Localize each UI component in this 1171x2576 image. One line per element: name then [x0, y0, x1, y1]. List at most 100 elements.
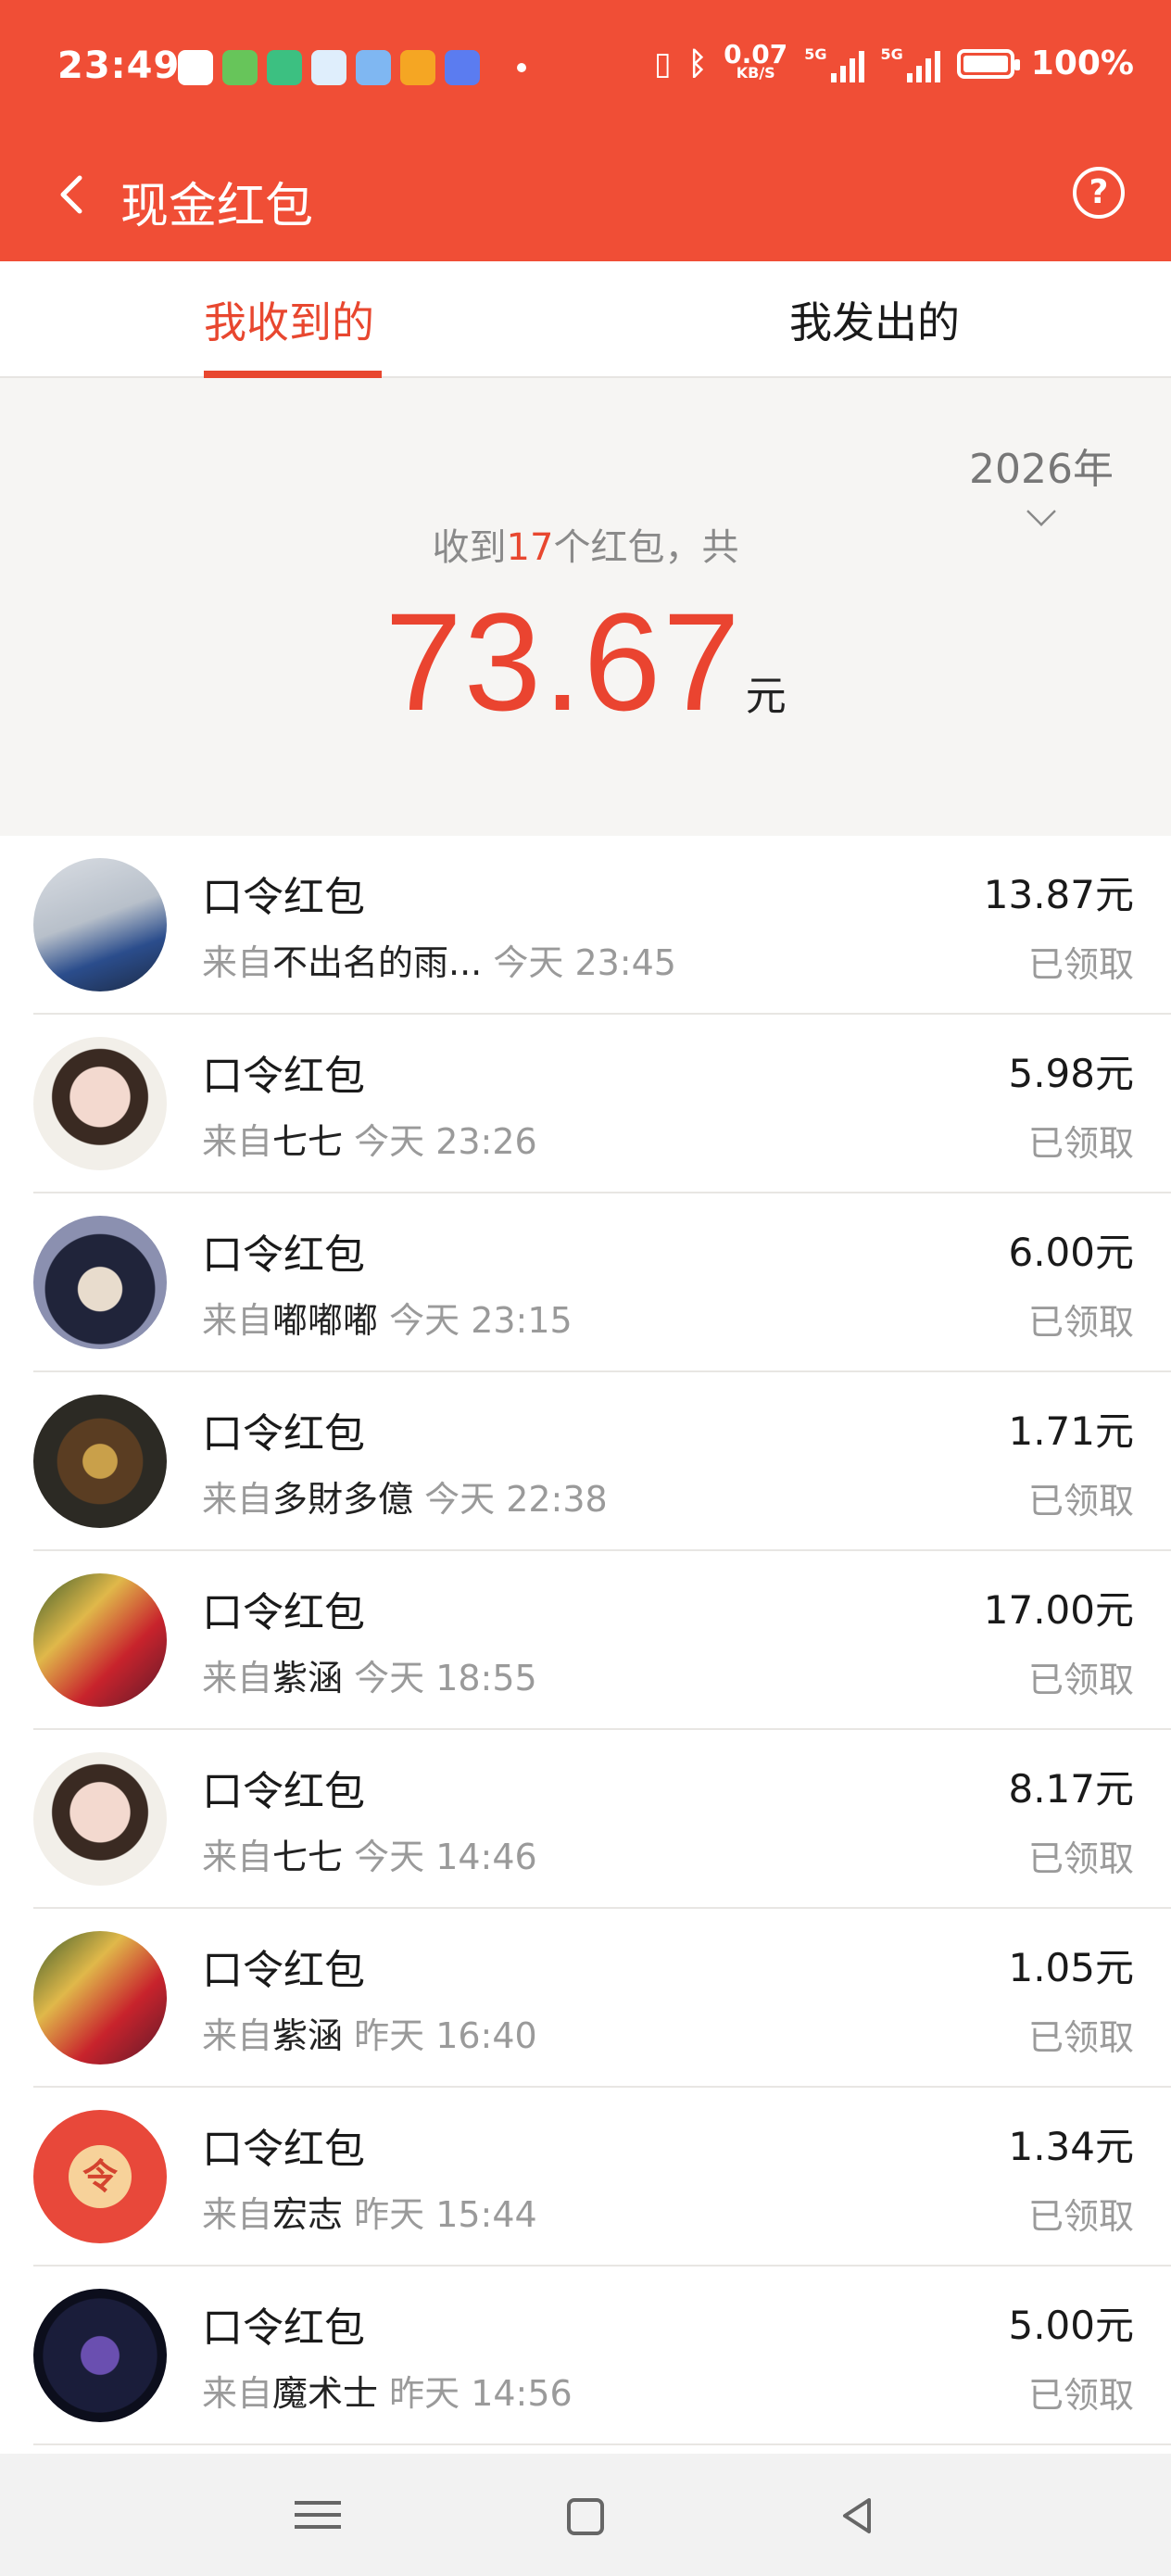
- avatar: [33, 1395, 167, 1528]
- from-prefix: 来自: [202, 942, 273, 983]
- count-line: 收到17个红包，共: [0, 517, 1171, 571]
- red-packet-list: 口令红包 来自不出名的雨... 今天 23:45 13.87元 已领取 口令红包…: [0, 836, 1171, 2454]
- item-amount: 5.00元: [1008, 2303, 1134, 2348]
- item-title: 口令红包: [202, 1231, 365, 1279]
- command-seal-icon: 令: [69, 2145, 132, 2208]
- from-prefix: 来自: [202, 1479, 273, 1520]
- from-prefix: 来自: [202, 2015, 273, 2056]
- list-item[interactable]: 口令红包 来自魔术士 昨天 14:56 5.00元 已领取: [0, 2267, 1171, 2445]
- from-prefix: 来自: [202, 1300, 273, 1341]
- list-item[interactable]: 口令红包 来自七七 今天 23:26 5.98元 已领取: [0, 1015, 1171, 1193]
- list-item[interactable]: 口令红包 来自紫涵 今天 18:55 17.00元 已领取: [0, 1551, 1171, 1730]
- list-item[interactable]: 口令红包 来自紫涵 昨天 16:40 1.05元 已领取: [0, 1909, 1171, 2088]
- tab-received[interactable]: 我收到的: [204, 289, 374, 350]
- app-notification-icon: [311, 50, 346, 85]
- item-title: 口令红包: [202, 2126, 365, 2173]
- from-prefix: 来自: [202, 2373, 273, 2414]
- list-item[interactable]: 令 口令红包 来自宏志 昨天 15:44 1.34元 已领取: [0, 2088, 1171, 2267]
- item-time: 昨天 16:40: [354, 2015, 537, 2056]
- page-title: 现金红包: [120, 179, 314, 234]
- avatar: [33, 1752, 167, 1886]
- item-title: 口令红包: [202, 874, 365, 921]
- item-amount: 1.34元: [1008, 2124, 1134, 2169]
- sender-name: 宏志: [272, 2194, 344, 2235]
- status-bar: 23:49 ▯ ᛒ 0.07 KB/S 5G 5G 100%: [0, 37, 1171, 102]
- item-time: 昨天 14:56: [389, 2373, 573, 2414]
- item-amount: 17.00元: [983, 1587, 1134, 1633]
- signal-bars-icon: [906, 45, 940, 82]
- app-notification-icon: [445, 50, 480, 85]
- signal-bars-icon: [830, 45, 864, 82]
- item-from: 来自嘟嘟嘟 今天 23:15: [202, 1292, 573, 1343]
- sender-name: 魔术士: [272, 2373, 379, 2414]
- item-amount: 1.71元: [1008, 1408, 1134, 1454]
- total-unit: 元: [745, 673, 787, 720]
- avatar: [33, 1931, 167, 2065]
- recent-apps-icon[interactable]: [295, 2493, 341, 2539]
- net-speed-value: 0.07: [724, 38, 788, 69]
- from-prefix: 来自: [202, 1837, 273, 1877]
- item-from: 来自宏志 昨天 15:44: [202, 2186, 537, 2237]
- item-status: 已领取: [1027, 1481, 1134, 1522]
- sender-name: 嘟嘟嘟: [272, 1300, 379, 1341]
- year-label: 2026年: [969, 446, 1114, 493]
- list-item[interactable]: 口令红包 来自多財多億 今天 22:38 1.71元 已领取: [0, 1372, 1171, 1551]
- vibrate-icon: ▯: [654, 44, 672, 82]
- item-title: 口令红包: [202, 1947, 365, 1994]
- notification-icons: [178, 50, 526, 85]
- list-item[interactable]: 口令红包 来自不出名的雨... 今天 23:45 13.87元 已领取: [0, 836, 1171, 1015]
- app-header: 23:49 ▯ ᛒ 0.07 KB/S 5G 5G 100% 现金红包 ?: [0, 0, 1171, 261]
- item-time: 今天 22:38: [424, 1479, 608, 1520]
- app-notification-icon: [178, 50, 213, 85]
- item-status: 已领取: [1027, 2196, 1134, 2237]
- item-status: 已领取: [1027, 944, 1134, 985]
- item-status: 已领取: [1027, 1660, 1134, 1700]
- summary-panel: 2026年 收到17个红包，共 73.67元: [0, 378, 1171, 836]
- from-prefix: 来自: [202, 2194, 273, 2235]
- sender-name: 紫涵: [272, 2015, 344, 2056]
- item-from: 来自紫涵 昨天 16:40: [202, 2007, 537, 2058]
- sender-name: 七七: [272, 1121, 344, 1162]
- battery-level: 100%: [1030, 44, 1134, 82]
- item-from: 来自七七 今天 14:46: [202, 1828, 537, 1879]
- status-time: 23:49: [57, 44, 181, 87]
- item-title: 口令红包: [202, 1589, 365, 1636]
- red-packet-avatar: 令: [33, 2110, 167, 2243]
- home-icon[interactable]: [567, 2498, 604, 2535]
- total-value: 73.67: [384, 584, 742, 739]
- battery-icon: [956, 48, 1020, 79]
- status-right: ▯ ᛒ 0.07 KB/S 5G 5G 100%: [654, 38, 1134, 82]
- list-item[interactable]: 口令红包 来自七七 今天 14:46 8.17元 已领取: [0, 1730, 1171, 1909]
- count-prefix: 收到: [432, 526, 507, 569]
- item-title: 口令红包: [202, 1053, 365, 1100]
- tab-sent[interactable]: 我发出的: [789, 289, 960, 350]
- item-from: 来自七七 今天 23:26: [202, 1113, 537, 1164]
- year-selector[interactable]: 2026年: [969, 436, 1114, 526]
- item-time: 今天 23:15: [389, 1300, 573, 1341]
- app-notification-icon: [356, 50, 391, 85]
- avatar: [33, 1216, 167, 1349]
- back-triangle-icon[interactable]: [834, 2493, 880, 2539]
- item-status: 已领取: [1027, 1123, 1134, 1164]
- item-amount: 1.05元: [1008, 1945, 1134, 1990]
- nav-bar: 现金红包 ?: [0, 148, 1171, 241]
- total-amount: 73.67元: [0, 582, 1171, 742]
- item-status: 已领取: [1027, 2375, 1134, 2416]
- item-amount: 13.87元: [983, 872, 1134, 917]
- item-from: 来自多財多億 今天 22:38: [202, 1471, 608, 1522]
- system-nav-bar: [0, 2454, 1171, 2576]
- item-title: 口令红包: [202, 2305, 365, 2352]
- help-icon[interactable]: ?: [1073, 167, 1125, 219]
- bluetooth-icon: ᛒ: [687, 44, 708, 82]
- item-title: 口令红包: [202, 1768, 365, 1815]
- item-time: 昨天 15:44: [354, 2194, 537, 2235]
- item-from: 来自不出名的雨... 今天 23:45: [202, 934, 676, 985]
- avatar: [33, 1573, 167, 1707]
- back-arrow-icon[interactable]: [46, 167, 102, 222]
- item-from: 来自紫涵 今天 18:55: [202, 1649, 537, 1700]
- sender-name: 不出名的雨...: [272, 942, 483, 983]
- item-time: 今天 23:26: [354, 1121, 537, 1162]
- active-tab-indicator: [204, 371, 382, 378]
- list-item[interactable]: 口令红包 来自嘟嘟嘟 今天 23:15 6.00元 已领取: [0, 1193, 1171, 1372]
- sender-name: 七七: [272, 1837, 344, 1877]
